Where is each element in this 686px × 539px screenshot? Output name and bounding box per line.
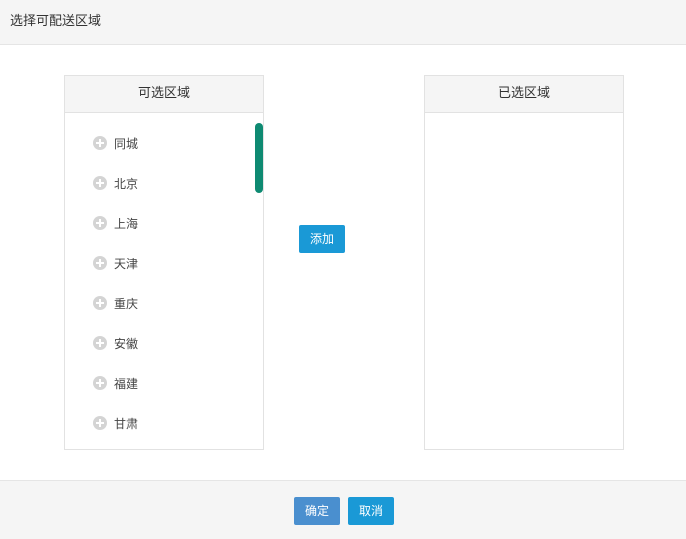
plus-circle-icon[interactable] xyxy=(93,336,107,350)
region-label: 天津 xyxy=(114,256,139,271)
plus-circle-icon[interactable] xyxy=(93,136,107,150)
region-label: 甘肃 xyxy=(114,416,139,431)
region-label: 福建 xyxy=(114,376,139,391)
list-item[interactable]: 北京 xyxy=(65,163,263,203)
dialog-header: 选择可配送区域 xyxy=(0,0,686,45)
region-label: 同城 xyxy=(114,136,139,151)
list-item[interactable]: 同城 xyxy=(65,123,263,163)
region-label: 上海 xyxy=(114,216,139,231)
selected-regions-list xyxy=(425,113,623,449)
available-regions-body[interactable]: 同城 北京 上海 天津 重庆 安徽 福建 甘肃 xyxy=(65,113,263,449)
selected-regions-header: 已选区域 xyxy=(425,76,623,113)
list-item[interactable]: 重庆 xyxy=(65,283,263,323)
selected-regions-panel: 已选区域 xyxy=(424,75,624,450)
available-regions-list: 同城 北京 上海 天津 重庆 安徽 福建 甘肃 xyxy=(65,113,263,443)
available-regions-panel: 可选区域 同城 北京 上海 天津 重庆 安徽 福建 甘肃 xyxy=(64,75,264,450)
list-item[interactable]: 甘肃 xyxy=(65,403,263,443)
cancel-button[interactable]: 取消 xyxy=(348,497,394,525)
plus-circle-icon[interactable] xyxy=(93,296,107,310)
confirm-button[interactable]: 确定 xyxy=(294,497,340,525)
plus-circle-icon[interactable] xyxy=(93,176,107,190)
region-label: 北京 xyxy=(114,176,139,191)
add-button[interactable]: 添加 xyxy=(299,225,345,253)
list-item[interactable]: 天津 xyxy=(65,243,263,283)
list-item[interactable]: 安徽 xyxy=(65,323,263,363)
plus-circle-icon[interactable] xyxy=(93,416,107,430)
dialog-footer: 确定 取消 xyxy=(0,480,686,539)
region-label: 安徽 xyxy=(114,336,139,351)
dialog-title: 选择可配送区域 xyxy=(10,14,102,29)
plus-circle-icon[interactable] xyxy=(93,376,107,390)
scrollbar-thumb[interactable] xyxy=(255,123,263,193)
region-label: 重庆 xyxy=(114,296,139,311)
list-item[interactable]: 上海 xyxy=(65,203,263,243)
available-regions-header: 可选区域 xyxy=(65,76,263,113)
plus-circle-icon[interactable] xyxy=(93,256,107,270)
plus-circle-icon[interactable] xyxy=(93,216,107,230)
list-item[interactable]: 福建 xyxy=(65,363,263,403)
